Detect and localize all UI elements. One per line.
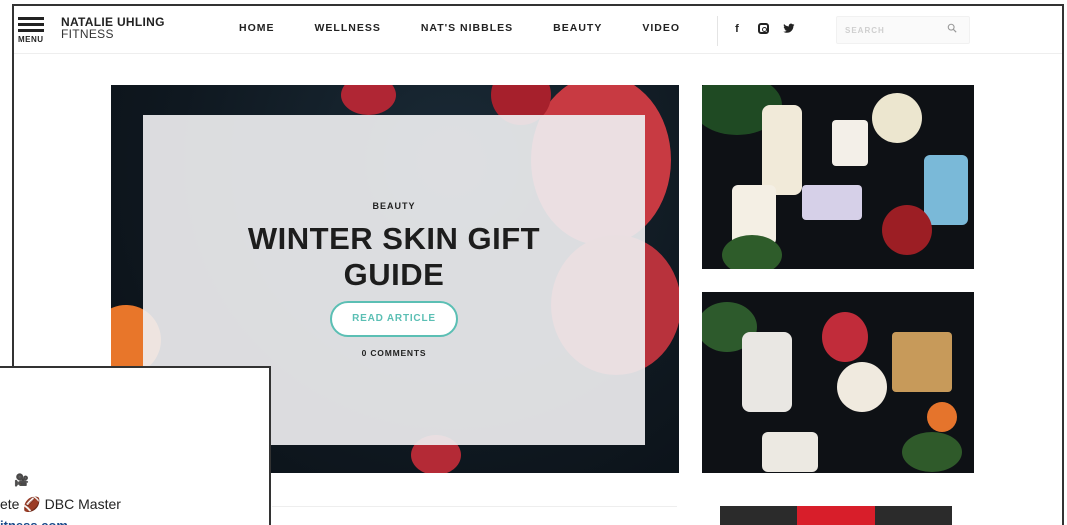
- image-decor: [924, 155, 968, 225]
- ad-banner-segment: [720, 506, 798, 525]
- image-decor: [892, 332, 952, 392]
- instagram-icon[interactable]: [756, 23, 770, 37]
- nav-nats-nibbles[interactable]: NAT'S NIBBLES: [421, 22, 513, 34]
- image-decor: [762, 432, 818, 472]
- nav-divider: [717, 16, 718, 46]
- menu-button[interactable]: MENU: [16, 14, 48, 54]
- image-decor: [742, 332, 792, 412]
- search-icon[interactable]: [947, 23, 957, 33]
- menu-label: MENU: [18, 35, 44, 44]
- ad-banner-segment: [797, 506, 875, 525]
- image-decor: [882, 205, 932, 255]
- hamburger-icon: [18, 17, 44, 20]
- profile-bio-text: ete 🏈 DBC Master: [0, 496, 121, 512]
- search-box: [836, 16, 970, 44]
- image-decor: [822, 312, 868, 362]
- content-divider: [272, 506, 677, 507]
- side-feature-image-2[interactable]: [702, 292, 974, 473]
- ad-banner-segment: [874, 506, 952, 525]
- nav-beauty[interactable]: BEAUTY: [553, 22, 602, 34]
- image-decor: [722, 235, 782, 269]
- top-bar: MENU NATALIE UHLING FITNESS HOME WELLNES…: [14, 6, 1062, 54]
- hero-image-decor: [341, 85, 396, 115]
- image-decor: [762, 105, 802, 195]
- site-logo[interactable]: NATALIE UHLING FITNESS: [61, 16, 165, 40]
- search-input[interactable]: [837, 17, 937, 43]
- hamburger-icon-bar: [18, 29, 44, 32]
- hero-title[interactable]: WINTER SKIN GIFT GUIDE: [203, 221, 585, 293]
- nav-video[interactable]: VIDEO: [642, 22, 680, 34]
- ad-banner[interactable]: [720, 506, 952, 525]
- read-article-button[interactable]: READ ARTICLE: [330, 301, 458, 337]
- nav-wellness[interactable]: WELLNESS: [315, 22, 381, 34]
- image-decor: [927, 402, 957, 432]
- profile-website-link[interactable]: itness.com: [0, 516, 68, 525]
- twitter-icon[interactable]: [782, 23, 796, 37]
- nav-home[interactable]: HOME: [239, 22, 275, 34]
- logo-line-2: FITNESS: [61, 27, 114, 41]
- image-decor: [872, 93, 922, 143]
- image-decor: [902, 432, 962, 472]
- main-nav: HOME WELLNESS NAT'S NIBBLES BEAUTY VIDEO: [239, 22, 720, 34]
- profile-popup: 🎥 ete 🏈 DBC Master itness.com: [0, 366, 271, 525]
- facebook-icon[interactable]: f: [730, 23, 744, 37]
- hero-category[interactable]: BEAUTY: [143, 201, 645, 211]
- social-links: f: [730, 23, 796, 37]
- comments-count[interactable]: 0 COMMENTS: [143, 348, 645, 358]
- image-decor: [802, 185, 862, 220]
- side-feature-image-1[interactable]: [702, 85, 974, 269]
- camera-icon: 🎥: [14, 473, 29, 487]
- image-decor: [832, 120, 868, 166]
- hamburger-icon-bar: [18, 23, 44, 26]
- image-decor: [837, 362, 887, 412]
